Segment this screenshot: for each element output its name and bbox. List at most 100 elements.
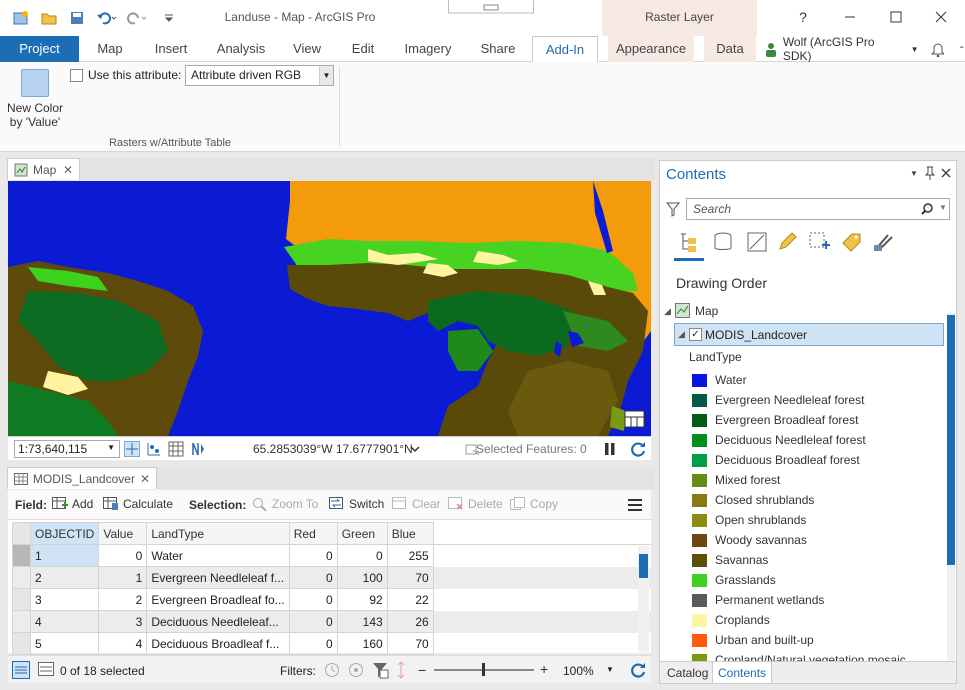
help-button[interactable]: ? [795,9,811,25]
chevron-down-icon[interactable]: ▼ [606,665,614,674]
tab-imagery[interactable]: Imagery [398,36,458,62]
copy-button[interactable]: Copy [510,497,558,511]
tab-data[interactable]: Data [704,36,756,62]
landcover-map[interactable] [8,181,651,436]
range-filter-icon[interactable] [348,662,364,678]
time-filter-icon[interactable] [324,662,340,678]
list-by-selection-icon[interactable] [746,231,768,253]
table-row[interactable]: 1 0 Water 0 0 255 [12,544,652,567]
table-menu-icon[interactable] [627,498,643,512]
row-height-icon[interactable] [396,661,406,679]
cell-value[interactable]: 1 [98,566,148,589]
cell-objectid[interactable]: 1 [29,544,100,567]
cell-green[interactable]: 0 [336,544,388,567]
tab-insert[interactable]: Insert [145,36,197,62]
table-row[interactable]: 4 3 Deciduous Needleleaf... 0 143 26 [12,610,651,633]
zoom-level[interactable]: 100% [563,664,594,678]
cell-red[interactable]: 0 [288,588,338,611]
calculate-button[interactable]: Calculate [103,497,173,511]
chevron-down-icon[interactable]: ▼ [107,443,115,452]
cell-red[interactable]: 0 [288,632,338,655]
search-icon[interactable] [921,203,933,215]
cell-green[interactable]: 100 [336,566,388,589]
pin-icon[interactable] [924,166,936,180]
chevron-down-icon[interactable]: ▼ [319,66,333,85]
map-view[interactable] [8,181,651,436]
tab-map-view[interactable]: Map ✕ [7,158,80,180]
delete-button[interactable]: Delete [448,497,503,511]
add-field-button[interactable]: Add [52,497,93,511]
refresh-icon[interactable] [629,440,647,458]
cell-green[interactable]: 92 [336,588,388,611]
cell-blue[interactable]: 70 [386,566,434,589]
cell-green[interactable]: 143 [336,610,388,633]
close-icon[interactable] [941,168,951,178]
grid-table-icon[interactable] [168,441,184,457]
show-selected-records-icon[interactable] [38,662,54,676]
cell-value[interactable]: 0 [98,544,148,567]
minimize-button[interactable] [842,9,858,25]
cell-blue[interactable]: 255 [386,544,434,567]
expand-layer-toggle[interactable]: ◢ [678,329,685,340]
table-row[interactable]: 5 4 Deciduous Broadleaf f... 0 160 70 [12,632,652,655]
row-header[interactable] [12,566,31,589]
cell-landtype[interactable]: Deciduous Needleleaf... [146,610,290,633]
cell-objectid[interactable]: 5 [29,632,100,655]
cell-green[interactable]: 160 [336,632,388,655]
list-by-labeling-icon[interactable] [840,231,862,253]
cell-objectid[interactable]: 4 [29,610,100,633]
cell-objectid[interactable]: 3 [29,588,100,611]
search-input[interactable]: Search ▼ [686,198,950,220]
list-by-editing-icon[interactable] [776,231,798,253]
expand-map-toggle[interactable]: ◢ [664,306,671,317]
zoom-out-button[interactable]: − [418,662,426,678]
ribbon-collapse-icon[interactable]: ⌃ [958,45,965,54]
notification-bell-icon[interactable] [930,42,945,57]
tab-catalog[interactable]: Catalog [662,662,713,684]
row-header[interactable] [12,588,31,611]
use-attribute-checkbox[interactable]: Use this attribute: [70,68,181,82]
pane-options-icon[interactable]: ▼ [910,169,918,178]
list-by-perspective-icon[interactable] [872,231,894,253]
filter-icon[interactable] [666,201,680,217]
cell-landtype[interactable]: Deciduous Broadleaf f... [146,632,290,655]
grid-icon[interactable] [124,441,140,457]
show-all-records-icon[interactable] [12,661,30,679]
title-drag-handle[interactable] [448,0,534,14]
checkbox-box[interactable] [70,68,83,82]
attribute-dropdown[interactable]: Attribute driven RGB ▼ [185,65,334,86]
column-header[interactable]: Value [98,522,148,545]
scale-combo[interactable]: 1:73,640,115 ▼ [14,440,120,458]
pause-drawing-icon[interactable] [604,441,616,457]
chevron-down-icon[interactable] [410,445,420,453]
row-header[interactable] [12,610,31,633]
cell-landtype[interactable]: Water [146,544,290,567]
cell-red[interactable]: 0 [288,544,338,567]
list-by-snapping-icon[interactable] [808,231,830,253]
tab-view[interactable]: View [284,36,330,62]
row-header[interactable] [12,544,31,567]
cell-red[interactable]: 0 [288,566,338,589]
zoom-in-button[interactable]: + [540,661,548,677]
cell-blue[interactable]: 70 [386,632,434,655]
column-header[interactable]: Green [336,522,388,545]
cell-blue[interactable]: 26 [386,610,434,633]
list-by-source-icon[interactable] [712,231,734,253]
zoom-to-button[interactable]: Zoom To [252,497,318,511]
layer-item-modis[interactable]: ◢ ✓ MODIS_Landcover [674,323,944,346]
user-account[interactable]: Wolf (ArcGIS Pro SDK) ▼ ⌃ [765,35,965,63]
tab-attribute-table[interactable]: MODIS_Landcover ✕ [7,467,157,489]
extent-filter-icon[interactable] [371,661,389,679]
zoom-slider-handle[interactable] [482,663,485,676]
close-icon[interactable]: ✕ [63,163,73,177]
layer-visibility-checkbox[interactable]: ✓ [689,328,702,341]
table-row[interactable]: 3 2 Evergreen Broadleaf fo... 0 92 22 [12,588,652,611]
row-header[interactable] [12,632,31,655]
close-button[interactable] [933,9,949,25]
column-header[interactable]: Red [288,522,338,545]
tab-project[interactable]: Project [0,36,79,62]
list-by-drawing-order-icon[interactable] [678,231,700,253]
table-row[interactable]: 2 1 Evergreen Needleleaf f... 0 100 70 [12,566,651,589]
maximize-button[interactable] [888,9,904,25]
new-color-button[interactable]: New Color by 'Value' [4,67,66,137]
